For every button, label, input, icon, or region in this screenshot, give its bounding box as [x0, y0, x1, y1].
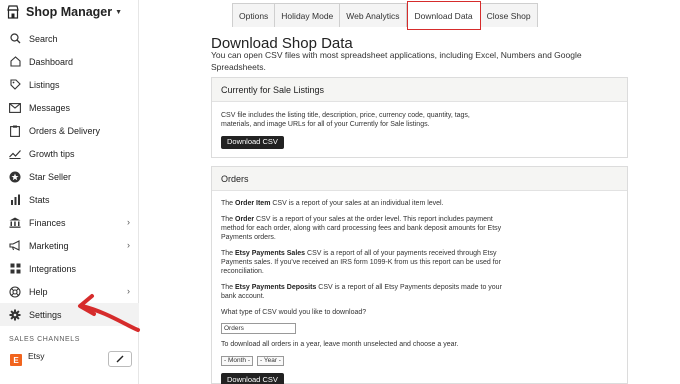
sales-channel-name: Etsy — [28, 351, 45, 361]
sidebar-item-label: Integrations — [29, 263, 77, 274]
sidebar-item-label: Growth tips — [29, 148, 75, 159]
chevron-right-icon: › — [127, 240, 130, 250]
sidebar-item-star-seller[interactable]: Star Seller — [0, 165, 139, 188]
trend-icon — [9, 148, 21, 160]
clipboard-icon — [9, 125, 21, 137]
sidebar-item-orders-delivery[interactable]: Orders & Delivery — [0, 119, 139, 142]
sidebar-item-label: Marketing — [29, 240, 69, 251]
shop-manager-menu[interactable]: Shop Manager ▼ — [6, 3, 122, 21]
search-icon — [9, 33, 21, 45]
sidebar-item-marketing[interactable]: Marketing › — [0, 234, 139, 257]
orders-card: Orders The Order Item CSV is a report of… — [211, 166, 628, 384]
megaphone-icon — [9, 240, 21, 252]
tab-web-analytics[interactable]: Web Analytics — [340, 4, 407, 27]
sales-channel-etsy[interactable]: E Etsy — [0, 349, 139, 371]
payments-sales-description: The Etsy Payments Sales CSV is a report … — [221, 249, 501, 276]
grid-icon — [9, 263, 21, 275]
etsy-seller-icon — [7, 5, 19, 19]
sidebar-item-label: Search — [29, 33, 58, 44]
sidebar-item-label: Help — [29, 286, 48, 297]
star-icon — [9, 171, 21, 183]
sidebar-item-label: Orders & Delivery — [29, 125, 101, 136]
bar-chart-icon — [9, 194, 21, 206]
csv-type-field[interactable]: Orders — [221, 323, 296, 335]
caret-down-icon: ▼ — [115, 8, 123, 16]
year-instruction: To download all orders in a year, leave … — [221, 341, 459, 349]
bank-icon — [9, 217, 21, 229]
sidebar-item-listings[interactable]: Listings — [0, 73, 139, 96]
sidebar-item-label: Messages — [29, 102, 71, 113]
sidebar-item-stats[interactable]: Stats — [0, 188, 139, 211]
listings-card: Currently for Sale Listings CSV file inc… — [211, 77, 628, 158]
page-subtitle: You can open CSV files with most spreads… — [211, 50, 582, 72]
gear-icon — [9, 309, 21, 321]
tab-holiday-mode[interactable]: Holiday Mode — [275, 4, 341, 27]
tab-close-shop[interactable]: Close Shop — [481, 4, 537, 27]
order-item-description: The Order Item CSV is a report of your s… — [221, 200, 444, 207]
shop-manager-title: Shop Manager — [26, 5, 113, 19]
sidebar-nav: Search Dashboard Listings Messages Order… — [0, 27, 139, 326]
year-select[interactable]: - Year - — [257, 356, 284, 367]
annotation-arrow-icon — [78, 294, 140, 332]
etsy-logo-icon: E — [10, 354, 22, 366]
sidebar-item-label: Finances — [29, 217, 66, 228]
settings-tabs: Options Holiday Mode Web Analytics Downl… — [232, 1, 538, 30]
sidebar-item-finances[interactable]: Finances › — [0, 211, 139, 234]
edit-channel-button[interactable] — [108, 351, 132, 367]
download-orders-csv-button[interactable]: Download CSV — [221, 373, 284, 384]
listings-card-heading: Currently for Sale Listings — [212, 78, 627, 102]
sales-channels-heading: SALES CHANNELS — [9, 336, 81, 343]
payments-deposits-description: The Etsy Payments Deposits CSV is a repo… — [221, 283, 502, 301]
sidebar-item-label: Settings — [29, 309, 62, 320]
month-select[interactable]: - Month - — [221, 356, 254, 367]
sidebar-item-dashboard[interactable]: Dashboard — [0, 50, 139, 73]
pencil-icon — [116, 355, 124, 363]
csv-type-question: What type of CSV would you like to downl… — [221, 308, 367, 316]
sidebar-item-label: Listings — [29, 79, 60, 90]
tag-icon — [9, 79, 21, 91]
sidebar-item-search[interactable]: Search — [0, 27, 139, 50]
orders-card-heading: Orders — [212, 167, 627, 191]
sidebar-item-growth-tips[interactable]: Growth tips — [0, 142, 139, 165]
help-icon — [9, 285, 21, 298]
download-listings-csv-button[interactable]: Download CSV — [221, 135, 284, 149]
envelope-icon — [9, 102, 21, 114]
sidebar-item-messages[interactable]: Messages — [0, 96, 139, 119]
listings-description: CSV file includes the listing title, des… — [221, 112, 470, 129]
sidebar-item-label: Star Seller — [29, 171, 72, 182]
sidebar-item-integrations[interactable]: Integrations — [0, 257, 139, 280]
sidebar-item-label: Dashboard — [29, 56, 74, 67]
chevron-right-icon: › — [127, 217, 130, 227]
tab-download-data[interactable]: Download Data — [406, 1, 481, 30]
order-description: The Order CSV is a report of your sales … — [221, 215, 502, 242]
sidebar-item-label: Stats — [29, 194, 50, 205]
tab-options[interactable]: Options — [233, 4, 276, 27]
home-icon — [9, 56, 21, 68]
